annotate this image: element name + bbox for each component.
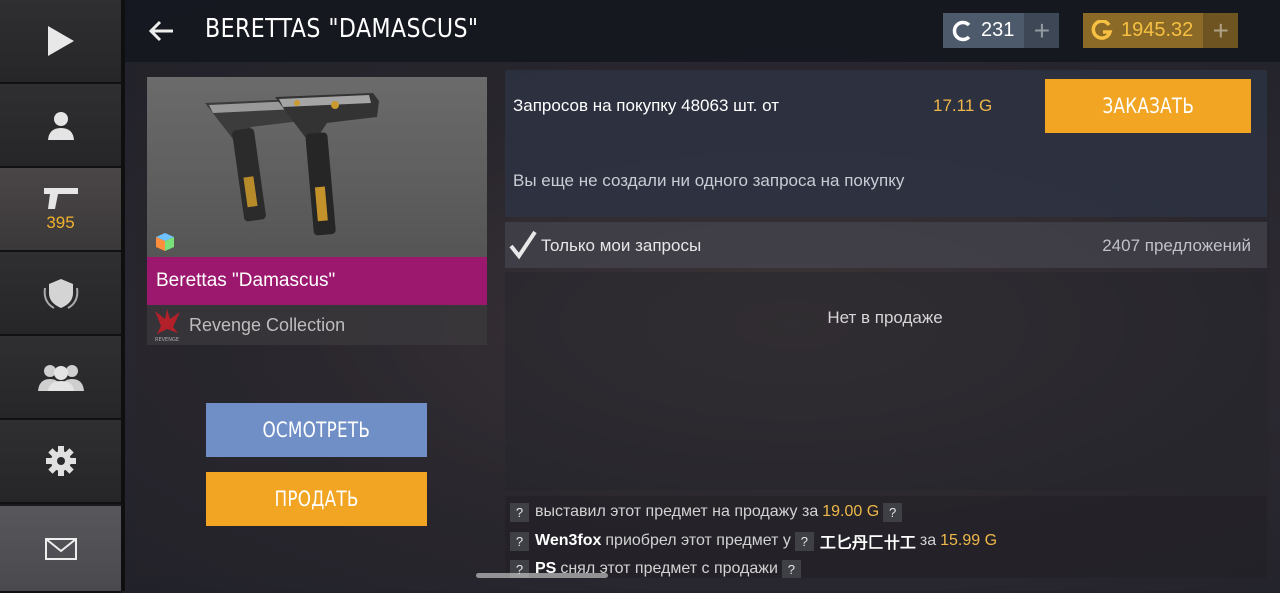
buy-requests-panel: Запросов на покупку 48063 шт. от 17.11 G… (505, 70, 1267, 217)
log-seller: 工匕丹匚卄工 (819, 535, 916, 552)
shield-emblem-icon (43, 279, 78, 309)
checkmark-icon[interactable] (507, 228, 539, 262)
sidebar: 395 (0, 0, 121, 593)
sell-button[interactable]: ПРОДАТЬ (206, 472, 427, 526)
item-name: Berettas "Damascus" (156, 270, 336, 291)
header-bar: BERETTAS "DAMASCUS" 231 + 1945.32 + (125, 0, 1280, 62)
credits-value: 231 (981, 19, 1015, 41)
inventory-count: 395 (46, 213, 75, 232)
sidebar-item-clan[interactable] (0, 252, 121, 336)
log-text: приобрел этот предмет у (605, 532, 791, 549)
add-gold-button[interactable]: + (1203, 13, 1239, 48)
collection-name: Revenge Collection (189, 314, 346, 335)
order-button[interactable]: ЗАКАЗАТЬ (1045, 79, 1251, 133)
sidebar-item-profile[interactable] (0, 84, 121, 168)
play-icon (47, 26, 74, 56)
profile-icon (47, 112, 74, 140)
log-text-for: за (919, 532, 937, 549)
sell-button-label: ПРОДАТЬ (274, 487, 359, 511)
log-entry: ? выставил этот предмет на продажу за 19… (510, 500, 908, 524)
only-my-requests-label[interactable]: Только мои запросы (541, 236, 701, 256)
collection-bar: REVENGE Revenge Collection (147, 305, 487, 345)
item-card: Berettas "Damascus" REVENGE Revenge Coll… (147, 77, 487, 345)
order-button-label: ЗАКАЗАТЬ (1102, 94, 1194, 118)
log-price: 19.00 G (822, 503, 880, 520)
not-for-sale-message: Нет в продаже (827, 308, 943, 327)
mail-icon (44, 537, 77, 560)
activity-log[interactable]: ? выставил этот предмет на продажу за 19… (505, 496, 1267, 578)
gold-balance: 1945.32 + (1083, 13, 1239, 48)
unknown-item-icon: ? (883, 502, 903, 522)
rarity-cube-icon (156, 233, 174, 251)
unknown-user-icon: ? (510, 502, 529, 522)
inspect-button[interactable]: ОСМОТРЕТЬ (206, 403, 427, 457)
offers-count: 2407 предложений (1102, 236, 1251, 255)
no-requests-message: Вы еще не создали ни одного запроса на п… (513, 171, 905, 190)
log-buyer: Wen3fox (535, 532, 602, 549)
buy-requests-price: 17.11 G (933, 96, 993, 115)
collection-logo-text: REVENGE (155, 337, 179, 343)
log-price: 15.99 G (940, 532, 998, 549)
gear-icon (45, 446, 76, 476)
pistol-icon (43, 188, 78, 209)
add-credits-button[interactable]: + (1024, 13, 1060, 48)
unknown-user-icon: ? (510, 531, 529, 551)
page-title: BERETTAS "DAMASCUS" (205, 14, 479, 44)
back-arrow-icon[interactable] (147, 16, 177, 46)
filter-bar: Только мои запросы 2407 предложений (505, 222, 1267, 268)
sidebar-item-friends[interactable] (0, 336, 121, 420)
scroll-indicator[interactable] (476, 573, 608, 578)
sidebar-divider (121, 0, 125, 591)
friends-icon (37, 365, 84, 391)
gold-value: 1945.32 (1121, 19, 1194, 41)
log-text: выставил этот предмет на продажу за (535, 503, 819, 520)
sidebar-item-inventory[interactable]: 395 (0, 168, 121, 252)
unknown-item-icon: ? (781, 559, 801, 578)
gold-icon (1091, 19, 1113, 40)
sidebar-item-settings[interactable] (0, 420, 121, 504)
inspect-button-label: ОСМОТРЕТЬ (262, 418, 371, 442)
item-name-bar: Berettas "Damascus" (147, 257, 487, 305)
item-image (147, 77, 487, 257)
sidebar-item-play[interactable] (0, 0, 121, 84)
sidebar-item-mail[interactable] (0, 506, 121, 593)
unknown-user-icon: ? (794, 531, 814, 551)
berettas-weapon-image (205, 93, 379, 236)
credits-icon (952, 20, 971, 41)
listing-panel: Нет в продаже (505, 272, 1267, 490)
credits-balance: 231 + (943, 13, 1060, 48)
revenge-collection-logo: REVENGE (155, 309, 180, 343)
log-entry: ? Wen3fox приобрел этот предмет у ? 工匕丹匚… (510, 529, 1001, 553)
buy-requests-summary: Запросов на покупку 48063 шт. от (513, 96, 779, 115)
